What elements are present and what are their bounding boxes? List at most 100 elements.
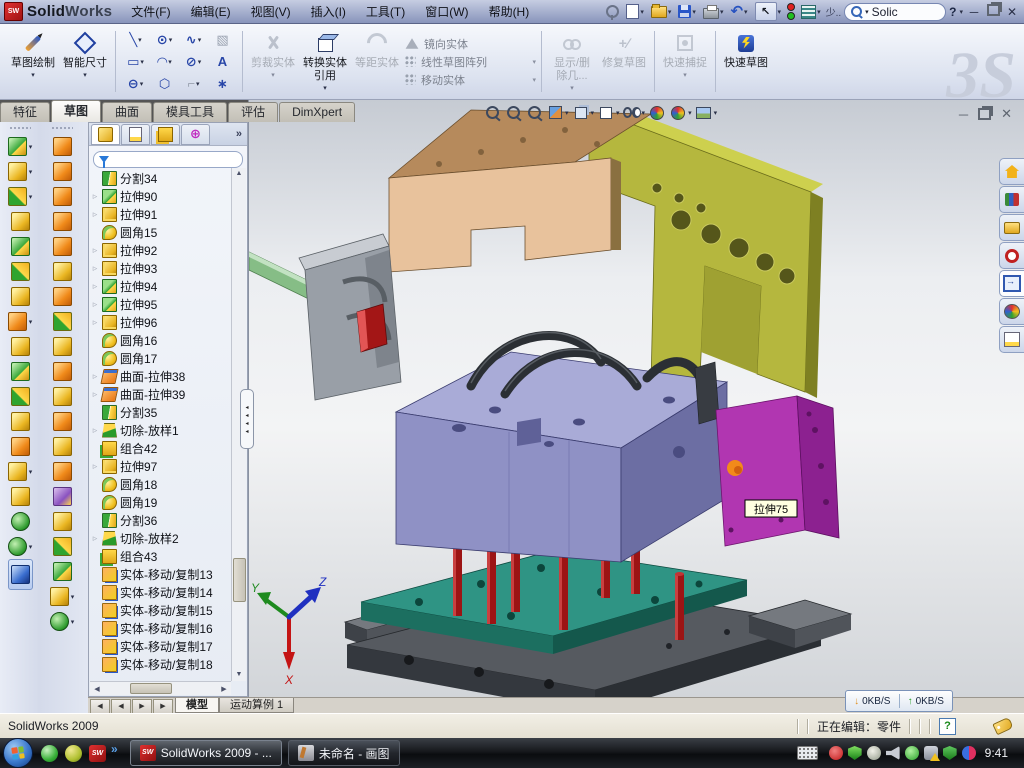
- tree-item[interactable]: ▹ 实体-移动/复制16: [91, 619, 231, 637]
- view-tool-button[interactable]: ▾: [669, 104, 692, 121]
- tree-item[interactable]: ▹ 实体-移动/复制15: [91, 601, 231, 619]
- tree-item[interactable]: ▹ 拉伸95: [91, 295, 231, 313]
- tree-item[interactable]: ▹ 拉伸93: [91, 259, 231, 277]
- toolbar-button[interactable]: ▾: [53, 184, 72, 209]
- sketch-entity-button[interactable]: ⊘▾: [179, 51, 208, 73]
- scroll-left-arrow[interactable]: ◀: [90, 685, 104, 693]
- toolbar-button[interactable]: ▾: [53, 259, 72, 284]
- start-button[interactable]: [3, 738, 33, 768]
- tree-item[interactable]: ▹ 拉伸91: [91, 205, 231, 223]
- network-warning-icon[interactable]: [924, 746, 938, 760]
- tree-item[interactable]: ▹ 圆角19: [91, 493, 231, 511]
- sketch-entity-button[interactable]: ⬡▾: [150, 73, 179, 95]
- expander-icon[interactable]: ▹: [91, 245, 99, 256]
- menu-item[interactable]: 窗口(W): [416, 1, 477, 22]
- menu-item[interactable]: 编辑(E): [182, 1, 240, 22]
- open-button[interactable]: ▾: [649, 5, 674, 19]
- tree-item[interactable]: ▹ 组合42: [91, 439, 231, 457]
- mirror-entities-button[interactable]: 镜向实体: [404, 36, 536, 52]
- model-tab[interactable]: 模型: [175, 698, 219, 713]
- doc-close-button[interactable]: ✕: [1001, 106, 1012, 122]
- toolbar-button[interactable]: ▾: [11, 209, 30, 234]
- scroll-up-arrow[interactable]: ▲: [232, 168, 246, 180]
- ribbon-tab[interactable]: 草图: [51, 100, 101, 122]
- expander-icon[interactable]: ▹: [91, 533, 99, 544]
- tree-item[interactable]: ▹ 曲面-拉伸38: [91, 367, 231, 385]
- tree-item[interactable]: ▹ 实体-移动/复制18: [91, 655, 231, 673]
- scroll-down-arrow[interactable]: ▼: [232, 669, 246, 681]
- toolbar-button[interactable]: ▾: [53, 484, 72, 509]
- toolbar-button[interactable]: ▾: [53, 284, 72, 309]
- toolbar-button[interactable]: ▾: [11, 284, 30, 309]
- restore-button[interactable]: [985, 4, 1001, 19]
- help-button[interactable]: ?: [949, 5, 956, 19]
- toolbar-button[interactable]: ▾: [53, 209, 72, 234]
- tree-filter-input[interactable]: [93, 151, 243, 168]
- tree-item[interactable]: ▹ 实体-移动/复制14: [91, 583, 231, 601]
- menu-item[interactable]: 插入(I): [302, 1, 355, 22]
- sketch-entity-button[interactable]: ⊙▾: [150, 29, 179, 51]
- toolbar-button[interactable]: ▾: [53, 134, 72, 159]
- expander-icon[interactable]: ▹: [91, 389, 99, 400]
- tree-item[interactable]: ▹ 圆角16: [91, 331, 231, 349]
- status-help-button[interactable]: ?: [939, 718, 956, 735]
- toolbar-button[interactable]: ▾: [8, 559, 33, 590]
- toolbar-button[interactable]: ▾: [53, 359, 72, 384]
- toolbar-button[interactable]: ▾: [53, 559, 72, 584]
- expander-icon[interactable]: ▹: [91, 317, 99, 328]
- menu-item[interactable]: 文件(F): [122, 1, 179, 22]
- sketch-entity-button[interactable]: ∿▾: [179, 29, 208, 51]
- menu-item[interactable]: 视图(V): [242, 1, 300, 22]
- scroll-thumb[interactable]: [130, 683, 172, 694]
- graphics-viewport[interactable]: 拉伸75 X Y Z ▾▾▾▾▾▾▾▾▾▾ ─ ✕: [248, 100, 1024, 697]
- view-tool-button[interactable]: ▾: [546, 104, 569, 121]
- taskpane-view-palette-tab[interactable]: [999, 270, 1024, 297]
- tree-item[interactable]: ▹ 圆角17: [91, 349, 231, 367]
- sketch-entity-button[interactable]: ▧▾: [208, 29, 237, 51]
- toolbar-button[interactable]: ▾: [53, 409, 72, 434]
- antivirus-icon[interactable]: [943, 746, 957, 760]
- ime-indicator[interactable]: 少..: [826, 4, 842, 19]
- dimxpertmanager-tab[interactable]: ⊕: [181, 124, 210, 145]
- toolbar-button[interactable]: ▾: [53, 384, 72, 409]
- quicklaunch-overflow-chevron[interactable]: »: [111, 742, 118, 756]
- expander-icon[interactable]: ▹: [91, 191, 99, 202]
- toolbar-button[interactable]: ▾: [8, 134, 33, 159]
- repair-sketch-button[interactable]: +∕ 修复草图: [599, 27, 649, 96]
- toolbar-button[interactable]: ▾: [11, 359, 30, 384]
- tree-item[interactable]: ▹ 拉伸90: [91, 187, 231, 205]
- view-tool-button[interactable]: ▾: [648, 104, 666, 121]
- rebuild-stoplight-icon[interactable]: [786, 3, 796, 20]
- smart-dimension-button[interactable]: 智能尺寸▾: [60, 27, 110, 96]
- toolbar-button[interactable]: ▾: [53, 459, 72, 484]
- close-button[interactable]: ✕: [1004, 5, 1020, 19]
- view-tool-button[interactable]: ▾: [597, 104, 620, 121]
- toolbar-button[interactable]: ▾: [8, 459, 33, 484]
- tree-item[interactable]: ▹ 拉伸96: [91, 313, 231, 331]
- toolbar-grip[interactable]: [51, 126, 73, 130]
- panel-overflow-chevron[interactable]: »: [236, 128, 247, 140]
- tree-item[interactable]: ▹ 分割35: [91, 403, 231, 421]
- ribbon-tab[interactable]: DimXpert: [279, 102, 355, 122]
- expander-icon[interactable]: ▹: [91, 371, 99, 382]
- toolbar-button[interactable]: ▾: [8, 309, 33, 334]
- tree-item[interactable]: ▹ 圆角18: [91, 475, 231, 493]
- motion-study-tab[interactable]: 运动算例 1: [219, 698, 294, 713]
- sketch-entity-button[interactable]: ◠▾: [150, 51, 179, 73]
- minimize-button[interactable]: ─: [966, 5, 982, 19]
- toolbar-button[interactable]: ▾: [11, 434, 30, 459]
- tree-item[interactable]: ▹ 切除-放样2: [91, 529, 231, 547]
- toolbar-button[interactable]: ▾: [53, 334, 72, 359]
- shield-icon[interactable]: [848, 746, 862, 760]
- magenta-block-part[interactable]: [716, 396, 839, 546]
- select-button[interactable]: ↖▾: [753, 1, 784, 22]
- ribbon-tab[interactable]: 特征: [0, 102, 50, 122]
- taskpane-home-tab[interactable]: [999, 158, 1024, 185]
- expander-icon[interactable]: ▹: [91, 209, 99, 220]
- propertymanager-tab[interactable]: [121, 124, 150, 145]
- taskbar-window-button[interactable]: SW SolidWorks 2009 - ...: [130, 740, 282, 766]
- new-document-button[interactable]: ▾: [624, 3, 646, 20]
- taskpane-custom-properties-tab[interactable]: [999, 326, 1024, 353]
- view-tool-button[interactable]: ▾: [572, 104, 595, 121]
- tree-item[interactable]: ▹ 拉伸97: [91, 457, 231, 475]
